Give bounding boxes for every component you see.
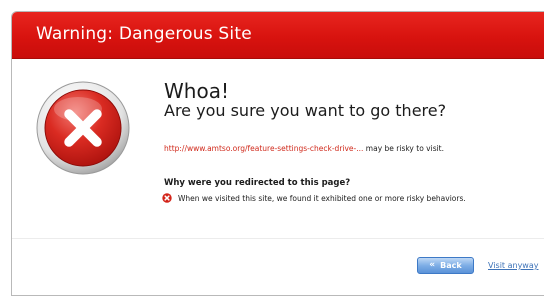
warning-dialog: Warning: Dangerous Site Whoa! Are you su… [11, 11, 544, 296]
titlebar: Warning: Dangerous Site [12, 12, 544, 59]
double-chevron-left-icon: « [429, 260, 436, 270]
visit-anyway-link[interactable]: Visit anyway [488, 261, 538, 270]
reason-item: When we visited this site, we found it e… [162, 192, 466, 204]
risky-url-suffix: may be risky to visit. [365, 144, 445, 153]
back-button-label: Back [440, 261, 462, 270]
footer-divider [12, 238, 544, 239]
page-heading: Whoa! [164, 79, 229, 103]
risky-url: http://www.amtso.org/feature-settings-ch… [164, 144, 364, 153]
error-icon [162, 193, 172, 203]
window-title: Warning: Dangerous Site [36, 24, 252, 44]
back-button[interactable]: « Back [417, 257, 474, 274]
page-subheading: Are you sure you want to go there? [164, 101, 447, 120]
redirect-question: Why were you redirected to this page? [164, 178, 351, 188]
reason-text: When we visited this site, we found it e… [178, 193, 466, 203]
risky-url-line: http://www.amtso.org/feature-settings-ch… [164, 144, 444, 153]
x-circle-icon [36, 81, 130, 175]
